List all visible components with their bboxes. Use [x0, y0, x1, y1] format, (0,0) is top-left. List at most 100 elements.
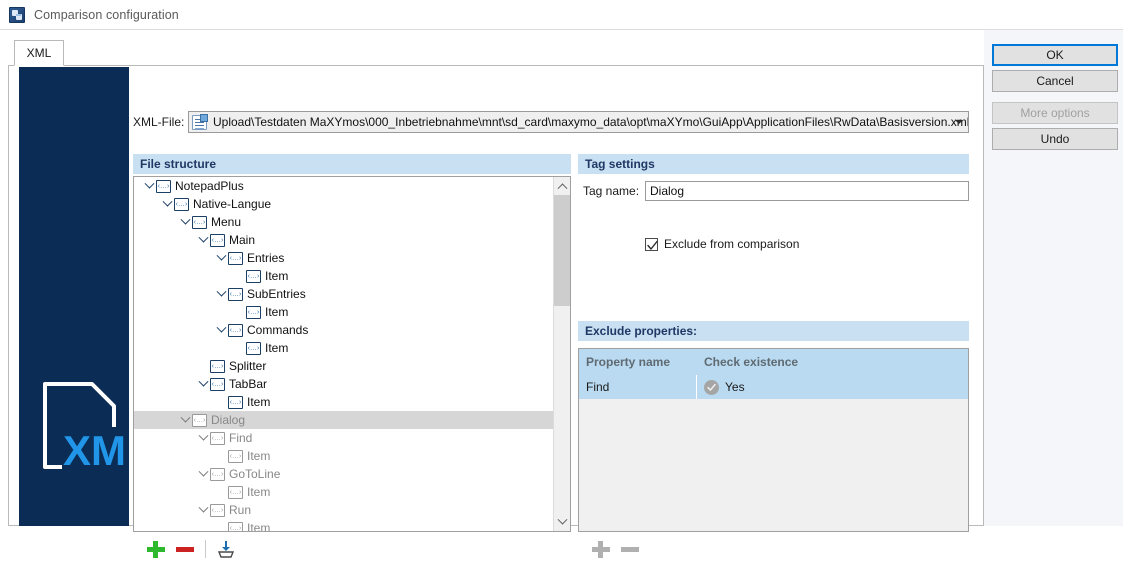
ok-button[interactable]: OK [992, 44, 1118, 66]
tree-spacer [214, 447, 228, 465]
xml-file-combobox[interactable]: Upload\Testdaten MaXYmos\000_Inbetriebna… [188, 111, 969, 133]
chevron-down-icon[interactable] [196, 429, 210, 447]
tree-spacer [232, 303, 246, 321]
tree-spacer [214, 519, 228, 531]
check-circle-icon [704, 380, 719, 395]
tree-item-item[interactable]: ‹…›Item [134, 483, 554, 501]
chevron-down-icon[interactable] [178, 213, 192, 231]
chevron-down-icon[interactable] [196, 501, 210, 519]
file-structure-header: File structure [133, 154, 571, 174]
minus-icon[interactable] [174, 538, 196, 560]
toolbar-separator [205, 540, 206, 558]
more-options-button: More options [992, 102, 1118, 124]
xml-tag-icon: ‹…› [210, 360, 225, 373]
tree-item-item[interactable]: ‹…›Item [134, 267, 554, 285]
grid-empty-area[interactable] [579, 399, 968, 531]
tree-item-label: Dialog [211, 413, 245, 427]
chevron-down-icon[interactable] [178, 411, 192, 429]
file-structure-tree[interactable]: ‹…›NotepadPlus‹…›Native-Langue‹…›Menu‹…›… [134, 177, 554, 531]
tree-item-gotoline[interactable]: ‹…›GoToLine [134, 465, 554, 483]
xml-tag-icon: ‹…› [228, 396, 243, 409]
chevron-down-icon[interactable] [196, 375, 210, 393]
chevron-down-icon[interactable] [196, 231, 210, 249]
tag-name-label: Tag name: [583, 184, 639, 198]
tree-item-label: Item [247, 395, 270, 409]
xml-tag-icon: ‹…› [228, 288, 243, 301]
tree-item-entries[interactable]: ‹…›Entries [134, 249, 554, 267]
tree-item-item[interactable]: ‹…› Item [134, 339, 554, 357]
tree-scrollbar[interactable] [553, 177, 570, 531]
tree-item-label: TabBar [229, 377, 267, 391]
import-icon[interactable] [215, 538, 237, 560]
plus-icon[interactable] [145, 538, 167, 560]
chevron-down-icon[interactable] [196, 465, 210, 483]
tree-item-label: Find [229, 431, 252, 445]
tree-item-item[interactable]: ‹…›Item [134, 447, 554, 465]
svg-text:XML: XML [63, 427, 124, 474]
chevron-down-icon[interactable] [214, 321, 228, 339]
xml-tag-icon: ‹…› [192, 414, 207, 427]
minus-icon [619, 538, 641, 560]
xml-tag-icon: ‹…› [210, 234, 225, 247]
column-header-check-existence[interactable]: Check existence [697, 355, 798, 369]
tree-item-label: Item [265, 341, 288, 355]
tree-item-dialog[interactable]: ‹…› Dialog [134, 411, 554, 429]
xml-tag-icon: ‹…› [192, 216, 207, 229]
tree-item-item[interactable]: ‹…› Item [134, 303, 554, 321]
file-structure-panel: ‹…›NotepadPlus‹…›Native-Langue‹…›Menu‹…›… [133, 176, 571, 532]
table-row[interactable]: Find Yes [579, 375, 968, 399]
chevron-down-icon[interactable] [950, 112, 968, 132]
xml-tag-icon: ‹…› [228, 486, 243, 499]
tree-item-subentries[interactable]: ‹…›SubEntries [134, 285, 554, 303]
tree-item-splitter[interactable]: ‹…› Splitter [134, 357, 554, 375]
xml-file-value: Upload\Testdaten MaXYmos\000_Inbetriebna… [213, 115, 968, 129]
scrollbar-thumb[interactable] [554, 195, 571, 306]
scroll-up-icon[interactable] [554, 177, 571, 194]
scroll-down-icon[interactable] [554, 514, 571, 531]
tab-strip: XML [8, 40, 984, 66]
xml-tag-icon: ‹…› [156, 180, 171, 193]
tree-toolbar [133, 535, 571, 562]
tree-item-item[interactable]: ‹…› Item [134, 393, 554, 411]
xml-tag-icon: ‹…› [228, 252, 243, 265]
tree-item-commands[interactable]: ‹…›Commands [134, 321, 554, 339]
tree-spacer [232, 267, 246, 285]
tree-item-run[interactable]: ‹…›Run [134, 501, 554, 519]
chevron-down-icon[interactable] [160, 195, 174, 213]
grid-header-row: Property name Check existence [579, 349, 968, 375]
cancel-button[interactable]: Cancel [992, 70, 1118, 92]
checkbox-box[interactable] [645, 238, 658, 251]
dialog-button-column: OK Cancel More options Undo [984, 30, 1123, 526]
xml-tag-icon: ‹…› [246, 306, 261, 319]
tree-item-main[interactable]: ‹…› Main [134, 231, 554, 249]
column-header-property-name[interactable]: Property name [579, 355, 697, 369]
tree-item-label: GoToLine [229, 467, 280, 481]
xml-tag-icon: ‹…› [228, 450, 243, 463]
tab-xml[interactable]: XML [14, 40, 64, 66]
tree-item-label: Item [265, 305, 288, 319]
xml-tag-icon: ‹…› [246, 342, 261, 355]
tag-settings-header: Tag settings [578, 154, 969, 174]
xml-file-row: XML-File: Upload\Testdaten MaXYmos\000_I… [133, 111, 969, 133]
chevron-down-icon[interactable] [142, 177, 156, 195]
tree-item-native-langue[interactable]: ‹…›Native-Langue [134, 195, 554, 213]
undo-button[interactable]: Undo [992, 128, 1118, 150]
grid-toolbar [578, 535, 969, 562]
tree-item-notepadplus[interactable]: ‹…›NotepadPlus [134, 177, 554, 195]
tree-item-tabbar[interactable]: ‹…›TabBar [134, 375, 554, 393]
tree-item-menu[interactable]: ‹…›Menu [134, 213, 554, 231]
exclude-properties-grid[interactable]: Property name Check existence Find Yes [578, 348, 969, 532]
chevron-down-icon[interactable] [214, 249, 228, 267]
tree-item-label: Main [229, 233, 255, 247]
plus-icon [590, 538, 612, 560]
tree-item-find[interactable]: ‹…›Find [134, 429, 554, 447]
tree-item-item[interactable]: ‹…›Item [134, 519, 554, 531]
tag-name-input[interactable] [645, 181, 969, 201]
exclude-from-comparison-checkbox[interactable]: Exclude from comparison [645, 236, 799, 252]
chevron-down-icon[interactable] [214, 285, 228, 303]
cell-check-existence: Yes [725, 380, 745, 394]
exclude-from-comparison-label: Exclude from comparison [664, 237, 799, 251]
tree-item-label: Splitter [229, 359, 266, 373]
tree-item-label: Item [265, 269, 288, 283]
tree-item-label: Item [247, 521, 270, 531]
